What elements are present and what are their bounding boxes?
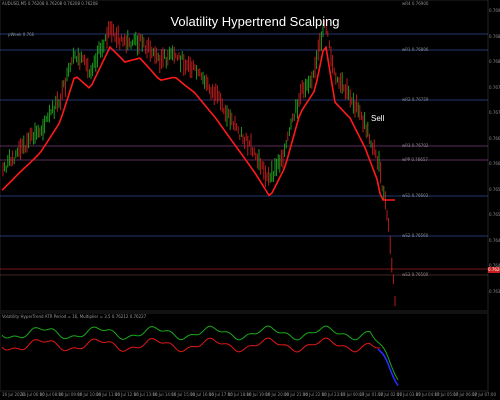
- indicator-frame: [0, 312, 489, 392]
- level-label-top: wR4 0.76900: [402, 1, 429, 6]
- candles: [2, 20, 396, 307]
- indicator-blue-line: [377, 348, 399, 387]
- price-axis-label: 0.76350: [489, 288, 500, 294]
- chart-window[interactable]: AUDUSD,M5 0.76208 0.76208 0.76208 0.7620…: [0, 0, 500, 400]
- price-chart-canvas[interactable]: [0, 0, 500, 400]
- indicator-upper-line: [1, 325, 399, 381]
- level-label-wr3: wR3 0.76702: [402, 143, 429, 148]
- price-axis-label: 0.76700: [489, 110, 500, 115]
- level-label-wr1: wR1 0.76806: [402, 47, 429, 52]
- price-axis-label: 0.76900: [489, 8, 500, 13]
- level-label-wr2: wR2 0.76759: [402, 97, 429, 102]
- price-axis-label: 0.76850: [489, 33, 500, 39]
- level-label-ws1: wS1 0.76603: [402, 193, 429, 198]
- sell-signal-label: Sell: [371, 114, 385, 123]
- price-axis-label: 0.76450: [489, 237, 500, 243]
- price-axis-label: 0.76550: [489, 186, 500, 192]
- current-price-tag: 0.76208: [488, 267, 500, 273]
- price-axis-label: 0.76650: [489, 135, 500, 141]
- time-axis-label: 17 Jul 07:00: [472, 392, 496, 397]
- pivot-levels: [0, 33, 488, 276]
- indicator-lower-line: [1, 337, 381, 353]
- level-label-ws3: wS3 0.76500: [402, 272, 429, 277]
- price-axis-label: 0.76800: [489, 59, 500, 64]
- level-label-ws2: wS2 0.76560: [402, 233, 429, 238]
- symbol-info: AUDUSD,M5 0.76208 0.76208 0.76208 0.7620…: [2, 1, 98, 6]
- price-axis-label: 0.76600: [489, 161, 500, 166]
- level-label-wpp: wPP 0.76657: [402, 157, 428, 162]
- indicator-header: Volatility HyperTrend ATR Period = 16, M…: [2, 314, 147, 319]
- chart-title: Volatility Hypertrend Scalping: [170, 14, 340, 29]
- price-axis-label: 0.76750: [489, 84, 500, 90]
- price-axis-label: 0.76500: [489, 212, 500, 217]
- level-label-pweek: pWeek 0.766: [8, 32, 35, 37]
- indicator-lines: [1, 325, 399, 387]
